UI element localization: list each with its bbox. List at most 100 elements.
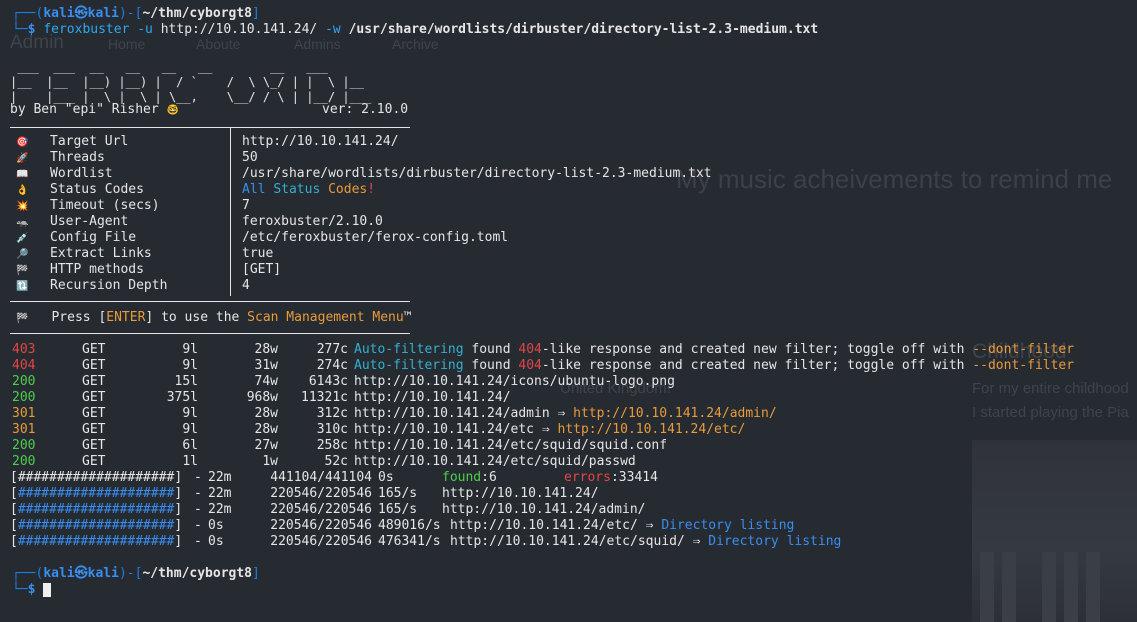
result-row[interactable]: 403 GET 9l 28w 277c Auto-filtering found 404-… bbox=[12, 342, 1132, 358]
dont-filter-flag: --dont-filter bbox=[972, 342, 1075, 357]
result-url[interactable]: http://10.10.141.24/etc bbox=[354, 422, 534, 437]
result-url-text[interactable]: http://10.10.141.24/etc/squid/squid.conf bbox=[354, 438, 667, 454]
result-row[interactable]: 200 GET 6l 27w 258c http://10.10.141.24/etc/s… bbox=[12, 438, 1132, 454]
word-count: 1w bbox=[262, 454, 278, 469]
result-row[interactable]: 404 GET 9l 31w 274c Auto-filtering found 404-… bbox=[12, 358, 1132, 374]
word-count: 28w bbox=[254, 406, 278, 421]
config-key: Status Codes bbox=[50, 182, 144, 197]
config-key: Recursion Depth bbox=[50, 278, 168, 293]
progress-count: 220546/220546 bbox=[270, 486, 372, 501]
config-bottom-divider bbox=[10, 301, 410, 302]
result-url-text[interactable]: http://10.10.141.24/admin ⇒ http://10.10… bbox=[354, 406, 777, 422]
progress-count: 220546/220546 bbox=[270, 518, 372, 533]
progress-target[interactable]: http://10.10.141.24/etc/ ⇒ Directory lis… bbox=[450, 518, 794, 534]
banner-author-line: by Ben "epi" Risher 🤓 bbox=[10, 102, 179, 118]
progress-elapsed: 22m bbox=[208, 486, 232, 501]
command-wordlist: /usr/share/wordlists/dirbuster/directory… bbox=[348, 22, 819, 37]
progress-url[interactable]: http://10.10.141.24/admin/ bbox=[442, 502, 646, 517]
progress-url[interactable]: http://10.10.141.24/ bbox=[442, 486, 599, 501]
result-url-text[interactable]: Auto-filtering found 404-like response a… bbox=[354, 342, 1074, 358]
progress-row: [####################] -0s 220546/220546 48… bbox=[10, 518, 1130, 534]
result-url-text[interactable]: http://10.10.141.24/ bbox=[354, 390, 511, 406]
config-value: 7 bbox=[242, 198, 250, 213]
auto-filter-label: Auto-filtering bbox=[354, 358, 464, 373]
result-url[interactable]: http://10.10.141.24/admin bbox=[354, 406, 550, 421]
char-count: 258c bbox=[316, 438, 348, 453]
line-count: 9l bbox=[182, 358, 198, 373]
directory-listing-note: Directory listing bbox=[661, 518, 795, 533]
result-url-text[interactable]: http://10.10.141.24/etc/squid/passwd bbox=[354, 454, 636, 470]
command-input-line[interactable]: └─$ bbox=[12, 582, 52, 598]
progress-bar-fill: #################### bbox=[17, 534, 175, 549]
status-code: 200 bbox=[12, 390, 36, 405]
progress-url[interactable]: http://10.10.141.24/etc/squid/ bbox=[450, 534, 685, 549]
status-codes-part-codes: Codes bbox=[328, 182, 368, 197]
progress-target[interactable]: http://10.10.141.24/ bbox=[442, 486, 599, 502]
result-url-text[interactable]: http://10.10.141.24/etc ⇒ http://10.10.1… bbox=[354, 422, 745, 438]
banner-art-line-1: ___ ___ __ __ __ __ __ ___ bbox=[10, 60, 328, 74]
result-url[interactable]: http://10.10.141.24/etc/squid/passwd bbox=[354, 454, 636, 469]
http-method: GET bbox=[82, 454, 106, 469]
result-url[interactable]: http://10.10.141.24/etc/squid/squid.conf bbox=[354, 438, 667, 453]
config-value: 4 bbox=[242, 278, 250, 293]
result-url-text[interactable]: Auto-filtering found 404-like response a… bbox=[354, 358, 1074, 374]
config-value: 50 bbox=[242, 150, 258, 165]
config-top-divider bbox=[10, 127, 410, 128]
config-column-divider bbox=[230, 128, 231, 296]
line-count: 9l bbox=[182, 406, 198, 421]
config-row: 🦡 User-Agent feroxbuster/2.10.0 bbox=[10, 214, 383, 230]
redirect-url[interactable]: http://10.10.141.24/etc/ bbox=[558, 422, 746, 437]
prompt-host: kali bbox=[87, 6, 119, 21]
checkered-flag-icon: 🏁 bbox=[16, 265, 29, 276]
command-line[interactable]: └─$ feroxbuster -u http://10.10.141.24/ … bbox=[12, 22, 818, 38]
filter-code: 404 bbox=[518, 358, 542, 373]
filter-code: 404 bbox=[518, 342, 542, 357]
result-row[interactable]: 200 GET 1l 1w 52c http://10.10.141.24/etc/squ… bbox=[12, 454, 1132, 470]
progress-count: 441104/441104 bbox=[270, 470, 372, 485]
progress-count: 220546/220546 bbox=[270, 502, 372, 517]
result-url-text[interactable]: http://10.10.141.24/icons/ubuntu-logo.pn… bbox=[354, 374, 675, 390]
terminal-window[interactable]: ┌──(kali㉿kali)-[~/thm/cyborgt8] └─$ fero… bbox=[0, 0, 1137, 622]
prompt-line-1: ┌──(kali㉿kali)-[~/thm/cyborgt8] bbox=[12, 6, 260, 21]
dont-filter-flag: --dont-filter bbox=[972, 358, 1075, 373]
result-row[interactable]: 200 GET 375l 968w 11321c http://10.10.141.24/ bbox=[12, 390, 1132, 406]
ok-hand-icon: 👌 bbox=[16, 185, 29, 196]
prompt-symbol: $ bbox=[27, 22, 36, 37]
line-count: 375l bbox=[166, 390, 198, 405]
http-method: GET bbox=[82, 390, 106, 405]
word-count: 74w bbox=[254, 374, 278, 389]
result-row[interactable]: 200 GET 15l 74w 6143c http://10.10.141.24/ico… bbox=[12, 374, 1132, 390]
result-url[interactable]: http://10.10.141.24/icons/ubuntu-logo.pn… bbox=[354, 374, 675, 389]
prompt-cwd: ~/thm/cyborgt8 bbox=[142, 6, 253, 21]
progress-url[interactable]: http://10.10.141.24/etc/ bbox=[450, 518, 638, 533]
char-count: 6143c bbox=[308, 374, 348, 389]
errors-value: 33414 bbox=[618, 470, 658, 485]
filter-found: found bbox=[463, 342, 519, 357]
progress-target[interactable]: http://10.10.141.24/admin/ bbox=[442, 502, 646, 518]
press-enter-prefix: Press [ bbox=[51, 310, 107, 325]
status-codes-part-all: All bbox=[242, 182, 266, 197]
progress-dash: - bbox=[194, 486, 202, 501]
status-codes-part-status: Status bbox=[273, 182, 321, 197]
result-row[interactable]: 301 GET 9l 28w 310c http://10.10.141.24/etc ⇒… bbox=[12, 422, 1132, 438]
listing-arrow-icon: ⇒ bbox=[645, 518, 654, 533]
config-key: HTTP methods bbox=[50, 262, 144, 277]
progress-bar-fill: #################### bbox=[17, 470, 175, 485]
redirect-url[interactable]: http://10.10.141.24/admin/ bbox=[573, 406, 777, 421]
recursion-icon: 🔃 bbox=[16, 281, 29, 292]
result-url[interactable]: http://10.10.141.24/ bbox=[354, 390, 511, 405]
config-row: 🚀 Threads 50 bbox=[10, 150, 258, 166]
found-counter: found:6 bbox=[442, 470, 497, 485]
terminal-cursor[interactable] bbox=[43, 582, 52, 597]
config-value: /etc/feroxbuster/ferox-config.toml bbox=[242, 230, 509, 245]
result-row[interactable]: 301 GET 9l 28w 312c http://10.10.141.24/admin… bbox=[12, 406, 1132, 422]
scan-management-menu-link[interactable]: Scan Management Menu bbox=[247, 310, 404, 325]
config-value: /usr/share/wordlists/dirbuster/directory… bbox=[242, 166, 712, 181]
progress-target[interactable]: http://10.10.141.24/etc/squid/ ⇒ Directo… bbox=[450, 534, 841, 550]
filter-rest: -like response and created new filter; t… bbox=[541, 342, 973, 357]
config-value: feroxbuster/2.10.0 bbox=[242, 214, 383, 229]
progress-row: [####################] -0s 220546/220546 47… bbox=[10, 534, 1130, 550]
line-count: 9l bbox=[182, 342, 198, 357]
filter-rest: -like response and created new filter; t… bbox=[541, 358, 973, 373]
progress-row: [####################] -22m 220546/220546 1… bbox=[10, 486, 1130, 502]
